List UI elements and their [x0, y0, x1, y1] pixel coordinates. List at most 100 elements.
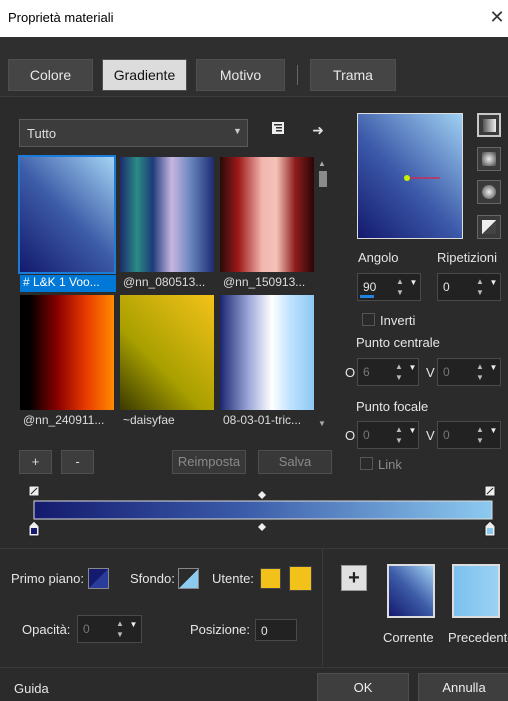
link-label: Link: [378, 457, 402, 472]
category-dropdown[interactable]: Tutto ▼: [19, 119, 248, 147]
angle-slider-bar[interactable]: [360, 295, 374, 298]
scroll-thumb[interactable]: [319, 171, 327, 187]
focal-h-stepper[interactable]: 0 ▲ ▼ ▼: [357, 421, 419, 449]
tab-gradiente[interactable]: Gradiente: [102, 59, 187, 91]
stepper-arrows-icon[interactable]: ▲ ▼: [393, 424, 405, 446]
dropdown-arrow-icon[interactable]: ▼: [407, 426, 418, 435]
add-gradient-button[interactable]: +: [19, 450, 52, 474]
current-label: Corrente: [383, 630, 434, 645]
gradient-bar[interactable]: [33, 500, 493, 520]
opacity-stop-left-icon[interactable]: [28, 485, 40, 497]
invert-label: Inverti: [380, 313, 416, 328]
tab-colore[interactable]: Colore: [8, 59, 93, 91]
link-checkbox[interactable]: [360, 457, 373, 470]
arrow-right-icon[interactable]: ➜: [307, 119, 329, 141]
tab-separator: [297, 65, 298, 85]
dropdown-arrow-icon[interactable]: ▼: [488, 363, 499, 372]
dropdown-arrow-icon[interactable]: ▼: [488, 278, 499, 287]
stepper-arrows-icon[interactable]: ▲ ▼: [394, 276, 406, 298]
angle-stepper[interactable]: 90 ▲ ▼ ▼: [357, 273, 421, 301]
section-divider: [0, 548, 508, 549]
dropdown-arrow-icon[interactable]: ▼: [128, 620, 139, 629]
gradient-item-label: @nn_150913...: [223, 275, 306, 289]
tab-bar: Colore Gradiente Motivo Trama: [0, 37, 508, 97]
stepper-arrows-icon[interactable]: ▲ ▼: [474, 361, 486, 383]
foreground-swatch[interactable]: [88, 568, 109, 589]
gradient-item[interactable]: # L&K 1 Voo...: [18, 155, 117, 292]
gradient-swatch: [220, 295, 314, 410]
user-color-swatch-large[interactable]: [289, 566, 312, 591]
gradient-item[interactable]: @nn_240911...: [20, 295, 117, 429]
gradient-item[interactable]: 08-03-01-tric...: [220, 295, 317, 429]
position-input[interactable]: 0: [255, 619, 297, 641]
angle-handle-icon[interactable]: [402, 172, 442, 184]
color-stop-right-icon[interactable]: [484, 520, 496, 537]
save-button[interactable]: Salva: [258, 450, 332, 474]
center-v-value: 0: [443, 365, 450, 379]
radial-style-icon[interactable]: [477, 180, 501, 204]
gradient-item[interactable]: @nn_080513...: [120, 157, 217, 291]
focal-h-value: 0: [363, 428, 370, 442]
previous-swatch[interactable]: [452, 564, 500, 618]
center-h-label: O: [345, 365, 356, 380]
stepper-arrows-icon[interactable]: ▲ ▼: [114, 618, 126, 640]
gradient-item[interactable]: @nn_150913...: [220, 157, 317, 291]
gradient-editor[interactable]: [28, 484, 498, 540]
tab-motivo[interactable]: Motivo: [196, 59, 285, 91]
help-link[interactable]: Guida: [14, 681, 49, 696]
user-label: Utente:: [212, 571, 254, 586]
dropdown-arrow-icon[interactable]: ▼: [408, 278, 419, 287]
linear-style-icon[interactable]: [477, 113, 501, 137]
gradient-library: # L&K 1 Voo... @nn_080513... @nn_150913.…: [18, 155, 317, 432]
repeats-label: Ripetizioni: [437, 250, 497, 265]
dropdown-arrow-icon[interactable]: ▼: [407, 363, 418, 372]
background-swatch[interactable]: [178, 568, 199, 589]
tab-trama[interactable]: Trama: [310, 59, 396, 91]
dropdown-arrow-icon[interactable]: ▼: [488, 426, 499, 435]
rectangular-style-icon[interactable]: [477, 147, 501, 171]
gradient-preview[interactable]: [357, 113, 463, 239]
gradient-item-label: @nn_240911...: [23, 413, 105, 427]
stepper-arrows-icon[interactable]: ▲ ▼: [474, 276, 486, 298]
center-h-stepper[interactable]: 6 ▲ ▼ ▼: [357, 358, 419, 386]
gradient-item-label: 08-03-01-tric...: [223, 413, 302, 427]
invert-checkbox[interactable]: [362, 313, 375, 326]
opacity-label: Opacità:: [22, 622, 71, 637]
gradient-item-label: # L&K 1 Voo...: [20, 275, 116, 292]
current-swatch[interactable]: [387, 564, 435, 618]
reset-button[interactable]: Reimposta: [172, 450, 246, 474]
gradient-swatch: [20, 295, 114, 410]
cancel-button[interactable]: Annulla: [418, 673, 508, 701]
gradient-item-label: @nn_080513...: [123, 275, 206, 289]
scroll-up-icon[interactable]: ▲: [318, 159, 326, 168]
center-v-stepper[interactable]: 0 ▲ ▼ ▼: [437, 358, 501, 386]
ok-button[interactable]: OK: [317, 673, 409, 701]
center-h-value: 6: [363, 365, 370, 379]
opacity-stop-right-icon[interactable]: [484, 485, 496, 497]
repeats-stepper[interactable]: 0 ▲ ▼ ▼: [437, 273, 501, 301]
angle-value: 90: [363, 280, 377, 294]
stepper-arrows-icon[interactable]: ▲ ▼: [474, 424, 486, 446]
gradient-swatch: [220, 157, 314, 272]
chevron-down-icon: ▼: [233, 126, 242, 136]
repeats-value: 0: [443, 280, 450, 294]
scroll-down-icon[interactable]: ▼: [318, 419, 326, 428]
center-v-label: V: [426, 365, 435, 380]
user-color-swatch[interactable]: [260, 568, 281, 589]
library-menu-icon[interactable]: [267, 120, 289, 142]
close-icon[interactable]: ✕: [486, 4, 508, 30]
foreground-label: Primo piano:: [11, 571, 84, 586]
add-color-button[interactable]: +: [341, 565, 367, 591]
gradient-item[interactable]: ~daisyfae: [120, 295, 217, 429]
library-scrollbar[interactable]: ▲ ▼: [316, 157, 330, 432]
position-label: Posizione:: [190, 622, 250, 637]
remove-gradient-button[interactable]: -: [61, 450, 94, 474]
focal-v-stepper[interactable]: 0 ▲ ▼ ▼: [437, 421, 501, 449]
color-midpoint-icon[interactable]: [258, 523, 266, 531]
color-stop-left-icon[interactable]: [28, 520, 40, 537]
focal-point-label: Punto focale: [356, 399, 429, 414]
opacity-stepper[interactable]: 0 ▲ ▼ ▼: [77, 615, 142, 643]
opacity-midpoint-icon[interactable]: [258, 491, 266, 499]
sunburst-style-icon[interactable]: [477, 215, 501, 239]
stepper-arrows-icon[interactable]: ▲ ▼: [393, 361, 405, 383]
